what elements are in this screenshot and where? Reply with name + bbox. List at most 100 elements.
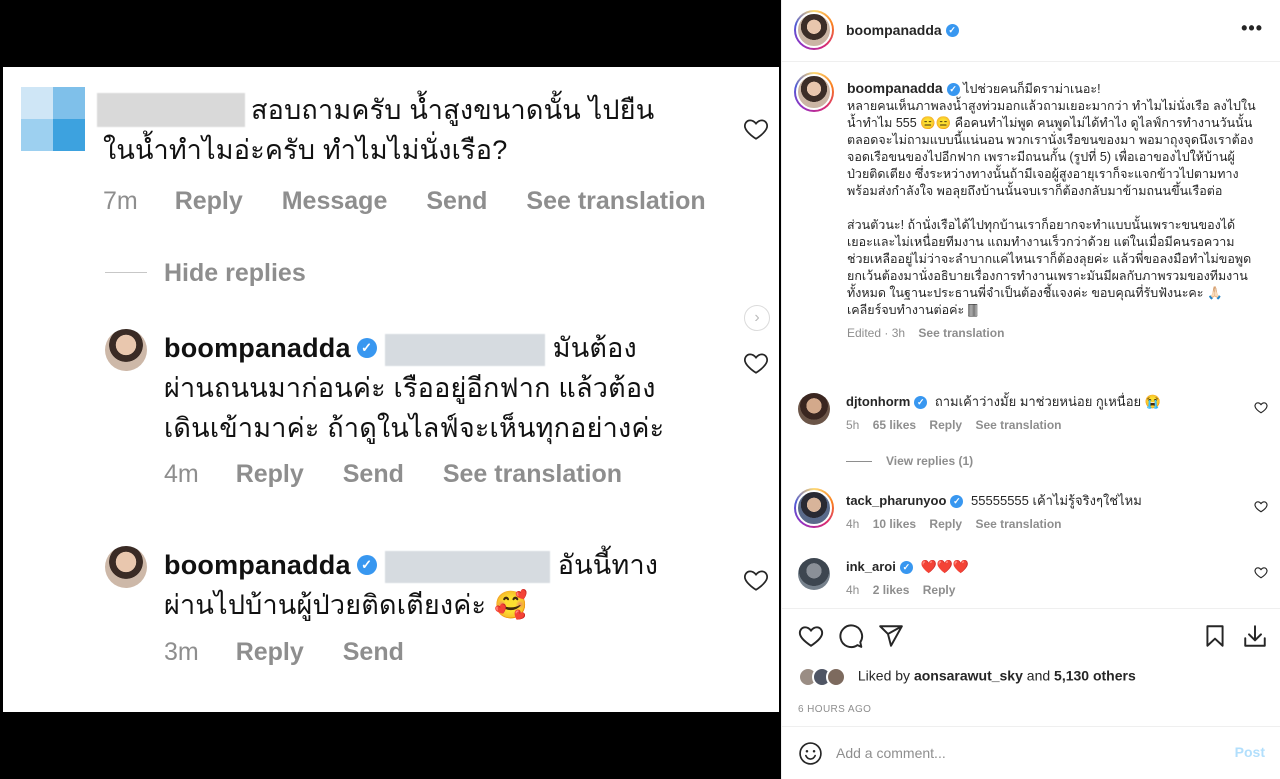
comment-translation-link[interactable]: See translation	[975, 517, 1061, 531]
reply1-translation-link[interactable]: See translation	[443, 460, 622, 488]
comment-meta: 5h 65 likes Reply See translation	[846, 417, 1246, 434]
comment1-translation-link[interactable]: See translation	[526, 187, 705, 215]
commenter-avatar[interactable]	[798, 393, 830, 425]
caption-username[interactable]: boompanadda	[847, 80, 943, 96]
hide-replies-label[interactable]: Hide replies	[164, 259, 306, 287]
blurred-username	[97, 93, 245, 127]
reply1-meta: 4m Reply Send See translation	[164, 460, 654, 489]
view-replies-line	[846, 461, 872, 463]
heart-icon[interactable]	[743, 117, 769, 141]
caption-meta: Edited · 3h See translation	[847, 325, 1257, 342]
comment-screenshot: สอบถามครับ น้ำสูงขนาดนั้น ไปยืน ในน้ำทำไ…	[3, 67, 779, 712]
heart-icon[interactable]	[743, 568, 769, 592]
reply2-send-link[interactable]: Send	[343, 638, 404, 666]
caption-text: ไปช่วยคนก็มีดราม่าเนอะ! หลายคนเห็นภาพลงน…	[847, 82, 1256, 317]
caption-edited: Edited · 3h	[847, 326, 906, 340]
comment-username[interactable]: ink_aroi	[846, 559, 896, 574]
reply2-username[interactable]: boompanadda	[164, 550, 351, 580]
bookmark-icon[interactable]	[1202, 623, 1228, 649]
commenter-avatar[interactable]	[798, 558, 830, 590]
verified-icon: ✓	[914, 396, 928, 410]
likes-summary: Liked by aonsarawut_sky and 5,130 others	[798, 667, 1136, 687]
reply1-header: boompanadda ✓ มันต้อง	[164, 329, 637, 368]
post-caption: boompanadda ✓ ไปช่วยคนก็มีดราม่าเนอะ! หลา…	[847, 80, 1257, 342]
blurred-mention	[384, 550, 550, 583]
reply2-header: boompanadda ✓ อันนี้ทาง	[164, 546, 658, 585]
view-replies-label[interactable]: View replies (1)	[886, 454, 973, 468]
liked-by-others[interactable]: 5,130 others	[1054, 668, 1136, 684]
liked-by-and: and	[1026, 667, 1051, 684]
reply2-time: 3m	[164, 638, 199, 666]
next-image-button[interactable]: ›	[744, 305, 770, 331]
comment-reply-link[interactable]: Reply	[929, 418, 962, 432]
caption-translation-link[interactable]: See translation	[918, 326, 1004, 340]
heart-icon[interactable]	[1254, 401, 1268, 414]
heart-icon[interactable]	[1254, 500, 1268, 513]
add-comment-bar: Post	[782, 726, 1280, 779]
heart-icon[interactable]	[1254, 566, 1268, 579]
verified-icon: ✓	[899, 561, 913, 575]
comment-icon[interactable]	[838, 623, 864, 649]
comment-meta: 4h 2 likes Reply	[846, 582, 1246, 599]
liker-avatars[interactable]	[798, 667, 848, 687]
reply2-reply-link[interactable]: Reply	[236, 638, 304, 666]
commenter-avatar[interactable]	[794, 488, 834, 528]
comment1-reply-link[interactable]: Reply	[175, 187, 243, 215]
comment-time: 4h	[846, 583, 860, 597]
comment-meta: 4h 10 likes Reply See translation	[846, 516, 1246, 533]
comment-username[interactable]: djtonhorm	[846, 394, 910, 409]
comment1-message-link[interactable]: Message	[282, 187, 388, 215]
comment1-text-line2: ในน้ำทำไมอ่ะครับ ทำไมไม่นั่งเรือ?	[103, 135, 508, 165]
liked-by-user[interactable]: aonsarawut_sky	[914, 668, 1023, 684]
heart-icon[interactable]	[798, 623, 824, 649]
author-username[interactable]: boompanadda	[846, 22, 942, 38]
blurred-mention	[384, 333, 545, 366]
comment-translation-link[interactable]: See translation	[975, 418, 1061, 432]
comment-text: 55555555 เค้าไม่รู้จริงๆใช่ไหม	[971, 493, 1142, 508]
comment-likes[interactable]: 10 likes	[873, 517, 916, 531]
comment-likes[interactable]: 2 likes	[873, 583, 910, 597]
comment-reply-link[interactable]: Reply	[929, 517, 962, 531]
reply1-send-link[interactable]: Send	[343, 460, 404, 488]
comment-input[interactable]	[836, 741, 1206, 765]
verified-icon: ✓	[946, 83, 960, 97]
comment-time: 5h	[846, 418, 860, 432]
comment-likes[interactable]: 65 likes	[873, 418, 916, 432]
reply2-text-line2: ผ่านไปบ้านผู้ป่วยติดเตียงค่ะ 🥰	[164, 590, 528, 620]
comment-text: ถามเค้าว่างมั้ย มาช่วยหน่อย กูเหนื่อย 😭	[934, 394, 1161, 409]
reply1-reply-link[interactable]: Reply	[236, 460, 304, 488]
hide-replies-link[interactable]: Hide replies	[164, 259, 338, 288]
comment-body: tack_pharunyoo ✓ 55555555 เค้าไม่รู้จริงๆ…	[846, 492, 1246, 533]
comment-username[interactable]: tack_pharunyoo	[846, 493, 946, 508]
comment-time: 4h	[846, 517, 860, 531]
emoji-icon[interactable]	[798, 741, 823, 766]
heart-icon[interactable]	[743, 351, 769, 375]
reply2-meta: 3m Reply Send	[164, 638, 436, 667]
more-options-icon[interactable]: •••	[1241, 18, 1263, 39]
reply2-text-line1: อันนี้ทาง	[557, 550, 659, 580]
liked-by-prefix: Liked by	[857, 667, 911, 684]
post-comment-button[interactable]: Post	[1235, 744, 1265, 760]
verified-icon: ✓	[945, 24, 959, 38]
download-icon[interactable]	[1242, 623, 1268, 649]
verified-icon: ✓	[356, 337, 377, 358]
comment-text: ❤️❤️❤️	[920, 559, 970, 574]
comment1-time: 7m	[103, 187, 138, 215]
view-replies-link[interactable]: View replies (1)	[846, 454, 973, 468]
comment1-text-line1: สอบถามครับ น้ำสูงขนาดนั้น ไปยืน	[251, 95, 655, 125]
comment-body: ink_aroi ✓ ❤️❤️❤️ 4h 2 likes Reply	[846, 558, 1246, 599]
comment1-send-link[interactable]: Send	[426, 187, 487, 215]
reply1-username[interactable]: boompanadda	[164, 333, 351, 363]
post-actions: Liked by aonsarawut_sky and 5,130 others…	[782, 608, 1280, 726]
post-media[interactable]: สอบถามครับ น้ำสูงขนาดนั้น ไปยืน ในน้ำทำไ…	[0, 0, 781, 779]
share-icon[interactable]	[878, 623, 904, 649]
caption-avatar[interactable]	[794, 72, 834, 112]
author-avatar[interactable]	[794, 10, 834, 50]
blurred-avatar	[21, 87, 85, 151]
comment-reply-link[interactable]: Reply	[923, 583, 956, 597]
post-timestamp[interactable]: 6 HOURS AGO	[798, 704, 871, 715]
verified-icon: ✓	[356, 554, 377, 575]
reply1-avatar[interactable]	[105, 329, 147, 371]
reply1-text-line1: มันต้อง	[552, 333, 637, 363]
reply2-avatar[interactable]	[105, 546, 147, 588]
